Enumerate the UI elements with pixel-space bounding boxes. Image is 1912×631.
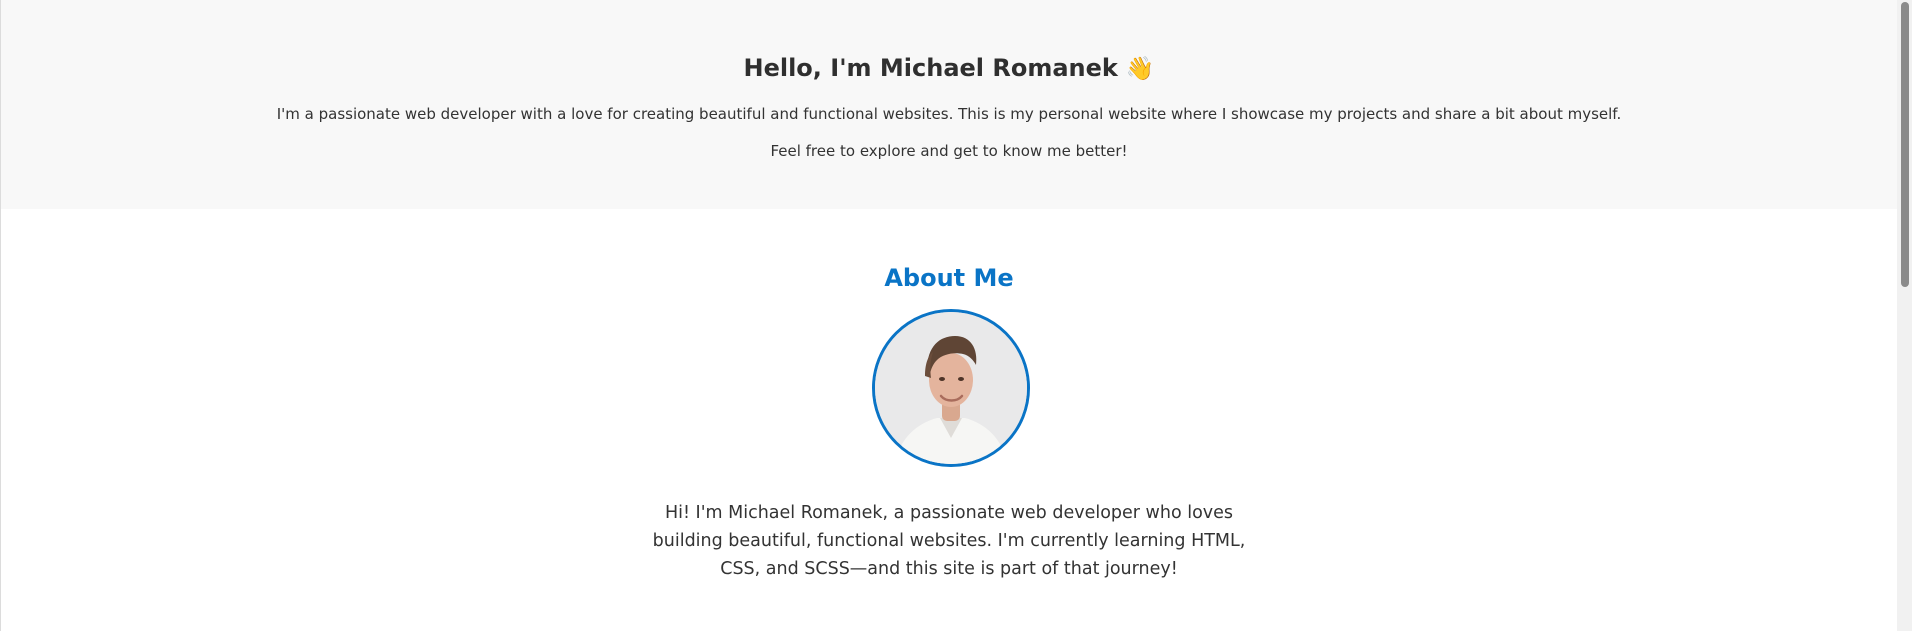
- waving-hand-icon: 👋: [1125, 56, 1155, 82]
- page: Hello, I'm Michael Romanek 👋 I'm a passio…: [0, 0, 1912, 631]
- about-heading: About Me: [884, 264, 1014, 292]
- scrollbar-thumb[interactable]: [1901, 2, 1909, 287]
- vertical-scrollbar[interactable]: [1897, 0, 1912, 631]
- profile-photo-illustration: [875, 312, 1027, 464]
- hero-section: Hello, I'm Michael Romanek 👋 I'm a passio…: [1, 0, 1897, 209]
- profile-photo: [872, 309, 1030, 467]
- about-bio-text: Hi! I'm Michael Romanek, a passionate we…: [652, 503, 1246, 579]
- hero-intro-text: I'm a passionate web developer with a lo…: [276, 105, 1622, 123]
- about-section: About Me Hi! I'm Michael Romanek, a pass…: [1, 209, 1897, 631]
- hero-title: Hello, I'm Michael Romanek 👋: [1, 52, 1897, 85]
- hero-title-text: Hello, I'm Michael Romanek: [743, 54, 1118, 82]
- hero-invite-text: Feel free to explore and get to know me …: [770, 142, 1128, 160]
